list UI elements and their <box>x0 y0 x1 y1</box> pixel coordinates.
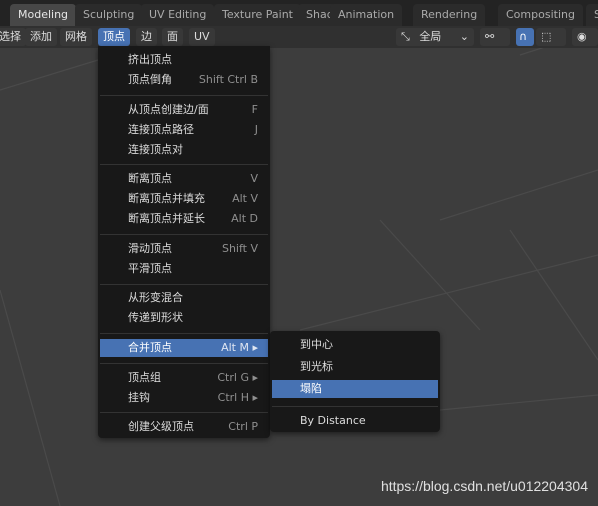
menu-item-label: 顶点组 <box>128 370 161 384</box>
menu-item-label: 塌陷 <box>300 382 322 395</box>
menu-item[interactable]: 平滑顶点 <box>100 260 268 278</box>
magnet-icon: ∩ <box>519 30 528 43</box>
menu-item-label: 合并顶点 <box>128 341 172 354</box>
menu-item[interactable]: 断离顶点并延长 Alt D <box>100 210 268 228</box>
menu-item-shortcut: Ctrl G ▸ <box>217 370 258 384</box>
tab-1[interactable]: Sculpting <box>75 4 143 26</box>
menu-item[interactable]: 挤出顶点 <box>100 51 268 69</box>
menu-separator <box>100 412 268 414</box>
menu-item-label: 挤出顶点 <box>128 53 172 66</box>
snap-target-dropdown[interactable]: ⬚ <box>536 28 566 46</box>
menu-separator <box>100 94 268 96</box>
menu-item-label: 平滑顶点 <box>128 261 172 275</box>
tab-5[interactable]: Animation <box>330 4 403 26</box>
workspace-tabbar: Modeling Sculpting UV Editing Texture Paint… <box>0 0 598 26</box>
menu-item-shortcut: V <box>250 172 258 186</box>
menu-item[interactable]: 断离顶点并填充 Alt V <box>100 190 268 208</box>
tab-8[interactable]: Sc <box>586 4 598 26</box>
header-menu-5[interactable]: 面 <box>162 28 183 46</box>
menu-item-label: 断离顶点并填充 <box>128 192 205 206</box>
viewport-header: ⤡ 全局 ⌄ ⚯ ∩ ⬚ ◉ 选择 添加 网格 顶点边面 UV <box>0 26 598 48</box>
menu-item[interactable]: 到中心 <box>272 336 438 354</box>
tab-2[interactable]: UV Editing <box>141 4 215 26</box>
menu-item[interactable]: 顶点倒角 Shift Ctrl B <box>100 71 268 89</box>
tab-3[interactable]: Texture Paint <box>214 4 301 26</box>
menu-item-shortcut: Ctrl H ▸ <box>217 390 258 404</box>
menu-separator <box>100 164 268 166</box>
menu-item-shortcut: Ctrl P <box>228 420 258 434</box>
header-menu-0[interactable]: 选择 <box>0 28 26 46</box>
menu-item[interactable]: 断离顶点 V <box>100 170 268 188</box>
menu-item-shortcut: Alt V <box>232 192 258 206</box>
menu-item[interactable]: 从顶点创建边/面 F <box>100 101 268 119</box>
menu-item-label: 顶点倒角 <box>128 73 172 86</box>
tab-6[interactable]: Rendering <box>413 4 486 26</box>
menu-item-shortcut: J <box>254 122 258 136</box>
menu-item-label: 断离顶点并延长 <box>128 212 205 226</box>
menu-item[interactable]: 顶点组 Ctrl G ▸ <box>100 369 268 387</box>
menu-item[interactable]: 创建父级顶点 Ctrl P <box>100 418 268 436</box>
menu-item-shortcut: F <box>251 102 258 116</box>
menu-item[interactable]: 传递到形状 <box>100 309 268 327</box>
menu-item-label: 到中心 <box>300 338 333 351</box>
pivot-dropdown[interactable]: ⚯ <box>480 28 510 46</box>
menu-item-label: 从形变混合 <box>128 291 183 305</box>
menu-item[interactable]: 滑动顶点 Shift V <box>100 240 268 258</box>
menu-separator <box>272 406 438 407</box>
menu-item-label: 连接顶点对 <box>128 142 183 156</box>
orientation-icon: ⤡ <box>401 30 410 43</box>
snap-toggle[interactable]: ∩ <box>516 28 534 46</box>
menu-item-label: 创建父级顶点 <box>128 420 194 434</box>
snap-target-icon: ⬚ <box>541 30 552 43</box>
transform-orientation-dropdown[interactable]: ⤡ 全局 ⌄ <box>396 28 474 46</box>
menu-item-shortcut: Shift Ctrl B <box>198 73 258 86</box>
header-menu-3[interactable]: 顶点 <box>98 28 130 46</box>
menu-separator <box>100 283 268 285</box>
merge-submenu: 到中心到光标塌陷 By Distance <box>270 331 440 432</box>
menu-item-label: By Distance <box>300 414 366 427</box>
menu-item-shortcut: Alt M ▸ <box>221 341 258 354</box>
menu-item-label: 到光标 <box>300 360 333 373</box>
menu-item[interactable]: By Distance <box>272 412 438 430</box>
menu-item-label: 滑动顶点 <box>128 241 172 255</box>
menu-item-label: 从顶点创建边/面 <box>128 102 209 116</box>
menu-separator <box>100 333 268 335</box>
menu-item[interactable]: 连接顶点对 <box>100 141 268 159</box>
chevron-down-icon: ⌄ <box>459 30 469 43</box>
vertex-menu: 挤出顶点 顶点倒角 Shift Ctrl B 从顶点创建边/面 F 连接顶点路径 J 连接顶点… <box>98 46 270 438</box>
header-menu-2[interactable]: 网格 <box>60 28 92 46</box>
menu-separator <box>100 362 268 364</box>
menu-item-label: 传递到形状 <box>128 311 183 325</box>
header-menu-6[interactable]: UV <box>189 28 215 46</box>
menu-item-label: 挂钩 <box>128 390 150 404</box>
header-menu-1[interactable]: 添加 <box>25 28 57 46</box>
link-icon: ⚯ <box>485 30 495 43</box>
menu-item[interactable]: 合并顶点 Alt M ▸ <box>100 339 268 357</box>
menu-item-shortcut: Shift V <box>221 241 258 255</box>
menu-item[interactable]: 塌陷 <box>272 380 438 398</box>
menu-item-shortcut: Alt D <box>231 212 258 226</box>
proportional-icon: ◉ <box>577 30 587 43</box>
menu-separator <box>100 234 268 235</box>
proportional-edit-toggle[interactable]: ◉ <box>572 28 598 46</box>
header-menu-4[interactable]: 边 <box>136 28 157 46</box>
menu-item[interactable]: 到光标 <box>272 358 438 376</box>
menu-item-label: 连接顶点路径 <box>128 122 194 136</box>
menu-item[interactable]: 从形变混合 <box>100 289 268 307</box>
tab-7[interactable]: Compositing <box>498 4 583 26</box>
menu-item[interactable]: 挂钩 Ctrl H ▸ <box>100 389 268 407</box>
tab-0[interactable]: Modeling <box>10 4 77 26</box>
watermark: https://blog.csdn.net/u012204304 <box>380 478 588 494</box>
menu-item[interactable]: 连接顶点路径 J <box>100 121 268 139</box>
menu-item-label: 断离顶点 <box>128 172 172 186</box>
